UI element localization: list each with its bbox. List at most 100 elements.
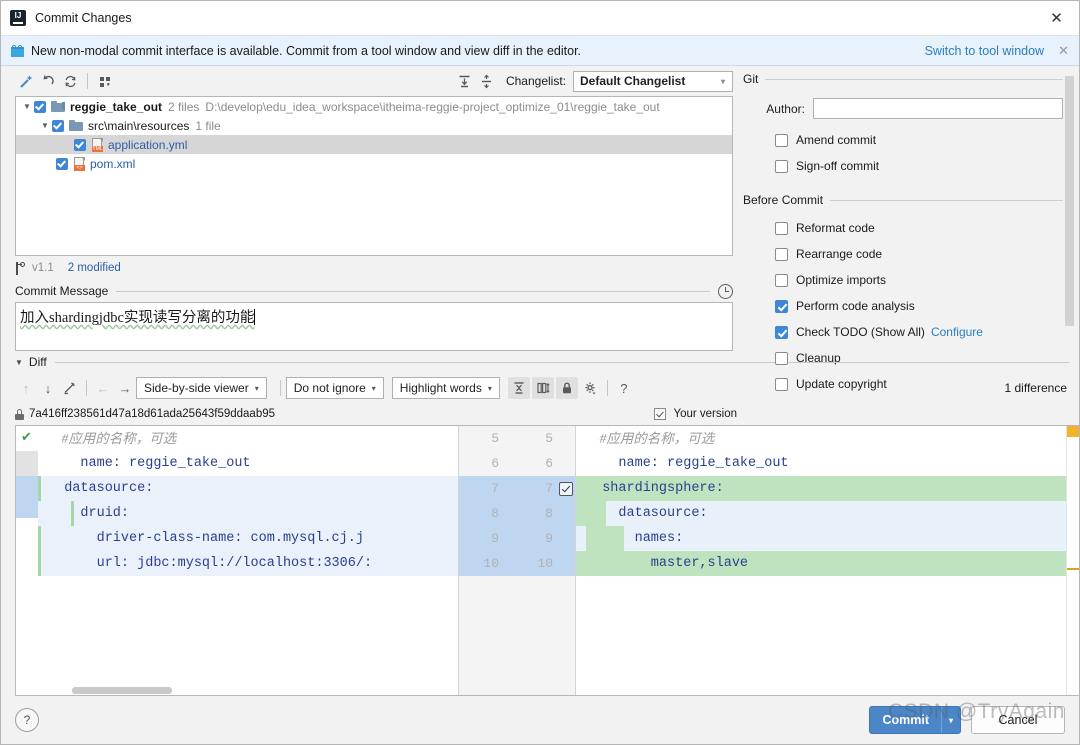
- align-changes-icon[interactable]: [531, 377, 554, 399]
- ignore-mode-value: Do not ignore: [293, 381, 366, 395]
- warning-marker: [1067, 426, 1079, 437]
- sign-off-commit-checkbox[interactable]: [775, 159, 788, 173]
- tree-checkbox[interactable]: [56, 157, 68, 170]
- line-number-row: 7 7: [459, 476, 575, 501]
- right-line-number: 5: [545, 431, 553, 446]
- horizontal-scrollbar[interactable]: [72, 687, 172, 694]
- collapse-arrow-icon[interactable]: ▼: [15, 358, 23, 367]
- commit-message-value: 加入shardingjdbc实现读写分离的功能: [20, 310, 255, 327]
- switch-to-tool-window-link[interactable]: Switch to tool window: [925, 44, 1045, 58]
- perform-code-analysis-row[interactable]: Perform code analysis: [743, 293, 1063, 319]
- pencil-icon[interactable]: [59, 377, 81, 399]
- arrow-left-icon[interactable]: ←: [92, 377, 114, 399]
- code-line: shardingsphere:: [576, 476, 1079, 501]
- tree-node-pom-xml[interactable]: <> pom.xml: [16, 154, 732, 173]
- vcs-folder-icon: [51, 100, 65, 113]
- check-todo-row[interactable]: Check TODO (Show All) Configure: [743, 319, 1063, 345]
- optimize-imports-row[interactable]: Optimize imports: [743, 267, 1063, 293]
- lock-icon[interactable]: [555, 377, 578, 399]
- check-mark-icon: ✔: [21, 429, 32, 444]
- tree-checkbox[interactable]: [74, 138, 86, 151]
- expand-arrow-icon[interactable]: ▼: [38, 121, 52, 130]
- right-line-number: 6: [545, 456, 553, 471]
- author-input[interactable]: [813, 98, 1063, 119]
- arrow-down-icon[interactable]: ↓: [37, 377, 59, 399]
- author-row: Author:: [743, 98, 1063, 119]
- modified-count-link[interactable]: 2 modified: [68, 262, 121, 274]
- perform-code-analysis-checkbox[interactable]: [775, 299, 788, 313]
- options-scrollbar[interactable]: [1063, 66, 1076, 351]
- settings-gear-icon[interactable]: [580, 377, 602, 399]
- change-bar: [38, 526, 41, 576]
- ignore-mode-select[interactable]: Do not ignore ▾: [285, 377, 384, 399]
- right-line-number: 7: [545, 481, 553, 496]
- difference-count: 1 difference: [1004, 381, 1068, 395]
- cleanup-checkbox[interactable]: [775, 351, 788, 365]
- code-line: names:: [576, 526, 1079, 551]
- right-line-number: 8: [545, 506, 553, 521]
- history-clock-icon[interactable]: [718, 283, 733, 299]
- commit-button[interactable]: Commit ▾: [869, 706, 961, 734]
- changelist-select[interactable]: Default Changelist ▾: [573, 70, 733, 92]
- rearrange-code-checkbox[interactable]: [775, 247, 788, 261]
- before-commit-group-header: Before Commit: [743, 191, 1063, 209]
- rearrange-code-row[interactable]: Rearrange code: [743, 241, 1063, 267]
- status-row: v1.1 2 modified: [15, 256, 733, 280]
- left-line-number: 9: [491, 531, 499, 546]
- right-diff-pane[interactable]: #应用的名称，可选 name: reggie_take_out sharding…: [576, 426, 1079, 695]
- tree-checkbox[interactable]: [52, 119, 64, 132]
- tree-checkbox[interactable]: [34, 100, 46, 113]
- apply-change-checkbox[interactable]: [559, 481, 573, 496]
- sign-off-commit-row[interactable]: Sign-off commit: [743, 153, 1063, 179]
- arrow-right-icon[interactable]: →: [114, 377, 136, 399]
- changes-tree[interactable]: ▼ reggie_take_out 2 files D:\develop\edu…: [15, 96, 733, 257]
- optimize-imports-checkbox[interactable]: [775, 273, 788, 287]
- configure-link[interactable]: Configure: [931, 325, 983, 339]
- reformat-code-label: Reformat code: [796, 221, 875, 235]
- changes-toolbar: Changelist: Default Changelist ▾: [15, 66, 733, 96]
- line-number-row: 6 6: [459, 451, 575, 476]
- tree-node-application-yml[interactable]: YML application.yml: [16, 135, 732, 154]
- amend-commit-row[interactable]: Amend commit: [743, 127, 1063, 153]
- expand-all-icon[interactable]: [454, 70, 476, 92]
- refresh-icon[interactable]: [59, 70, 81, 92]
- before-commit-group-label: Before Commit: [743, 193, 824, 207]
- tree-node-meta: 1 file: [195, 118, 221, 133]
- chevron-down-icon: ▾: [371, 383, 376, 393]
- viewer-mode-select[interactable]: Side-by-side viewer ▾: [136, 377, 267, 399]
- help-icon[interactable]: ?: [613, 377, 635, 399]
- reformat-code-checkbox[interactable]: [775, 221, 788, 235]
- revert-icon[interactable]: [37, 70, 59, 92]
- close-icon[interactable]: ✕: [1034, 2, 1079, 35]
- check-todo-label: Check TODO (Show All): [796, 325, 925, 339]
- code-line: datasource:: [576, 501, 1079, 526]
- amend-commit-checkbox[interactable]: [775, 133, 788, 147]
- update-copyright-checkbox[interactable]: [775, 377, 788, 391]
- scrollbar-thumb[interactable]: [1065, 76, 1074, 326]
- collapse-all-icon[interactable]: [476, 70, 498, 92]
- left-diff-pane[interactable]: #应用的名称，可选 name: reggie_take_out datasour…: [38, 426, 458, 695]
- chevron-down-icon: ▾: [720, 76, 725, 86]
- highlight-mode-select[interactable]: Highlight words ▾: [391, 377, 500, 399]
- title-bar: Commit Changes ✕: [1, 1, 1079, 36]
- help-button[interactable]: ?: [15, 708, 39, 732]
- magic-wand-icon[interactable]: [15, 70, 37, 92]
- group-by-icon[interactable]: [94, 70, 116, 92]
- notification-close-icon[interactable]: ✕: [1058, 43, 1069, 59]
- commit-message-input[interactable]: 加入shardingjdbc实现读写分离的功能: [15, 302, 733, 351]
- options-column: Git Author: Amend commit Sign-off commit: [733, 66, 1079, 391]
- divider: [765, 78, 1063, 80]
- your-version-checkbox[interactable]: [654, 408, 667, 420]
- reformat-code-row[interactable]: Reformat code: [743, 215, 1063, 241]
- cancel-button[interactable]: Cancel: [971, 706, 1065, 734]
- gutter-marker-grey: [16, 451, 38, 476]
- line-number-row: 8 8: [459, 501, 575, 526]
- expand-arrow-icon[interactable]: ▼: [20, 102, 34, 111]
- intellij-idea-icon: [10, 10, 26, 26]
- gutter-marker-selected: [16, 476, 38, 518]
- tree-node-folder[interactable]: ▼ src\main\resources 1 file: [16, 116, 732, 135]
- collapse-unchanged-icon[interactable]: [507, 377, 530, 399]
- tree-node-project[interactable]: ▼ reggie_take_out 2 files D:\develop\edu…: [16, 97, 732, 116]
- arrow-up-icon[interactable]: ↑: [15, 377, 37, 399]
- check-todo-checkbox[interactable]: [775, 325, 788, 339]
